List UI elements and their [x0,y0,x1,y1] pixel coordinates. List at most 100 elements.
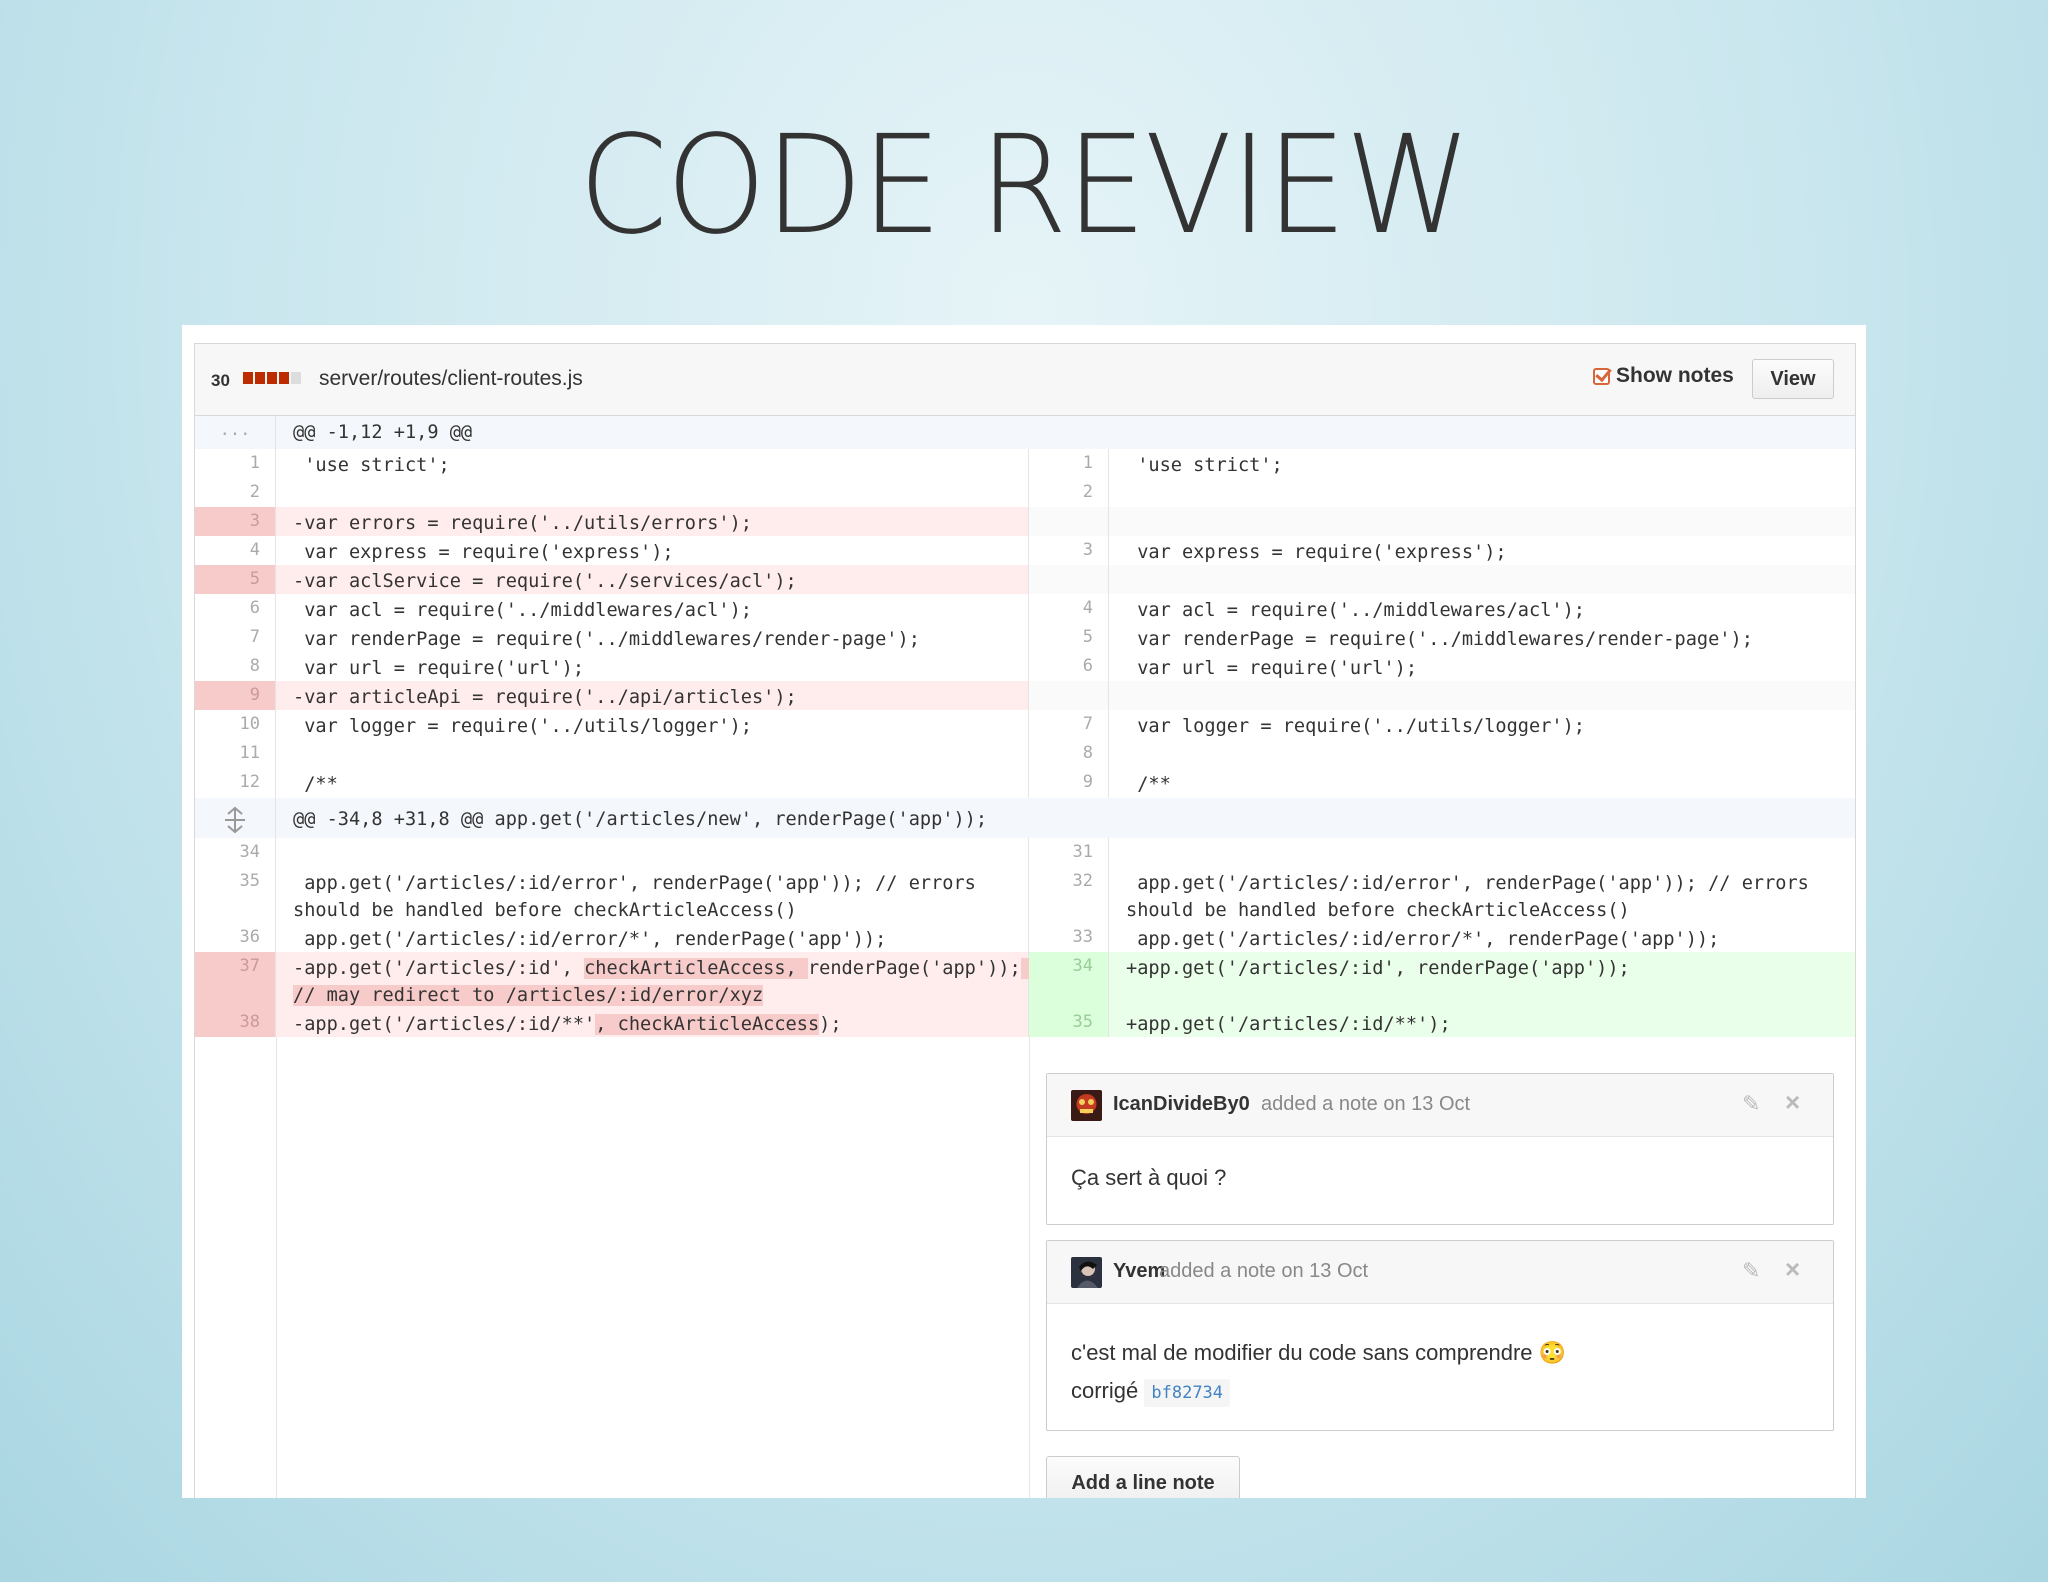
left-code: -app.get('/articles/:id/**', checkArticl… [276,1008,1029,1037]
diff-row: 1 'use strict'; 1 'use strict'; [195,449,1855,478]
right-line-number[interactable]: 2 [1029,478,1109,507]
right-line-number[interactable]: 3 [1029,536,1109,565]
right-line-number[interactable]: 1 [1029,449,1109,478]
left-line-number[interactable]: 9 [195,681,276,710]
diff-row-changed: 38 -app.get('/articles/:id/**', checkArt… [195,1008,1855,1037]
right-line-number[interactable]: 34 [1029,952,1109,1008]
left-line-number[interactable]: 5 [195,565,276,594]
note-header: IcanDivideBy0 added a note on 13 Oct ✎ × [1047,1074,1833,1137]
right-code: +app.get('/articles/:id/**'); [1109,1008,1855,1037]
note-meta: added a note on 13 Oct [1159,1260,1369,1282]
note-author[interactable]: Yvem [1113,1260,1165,1283]
left-line-number[interactable]: 4 [195,536,276,565]
right-code: +app.get('/articles/:id', renderPage('ap… [1109,952,1855,1008]
left-line-number[interactable]: 3 [195,507,276,536]
diffstat-bar [243,372,301,384]
left-code: var express = require('express'); [276,536,1029,565]
code-text: -app.get('/articles/:id', [293,958,585,979]
add-line-note-button[interactable]: Add a line note [1046,1456,1240,1498]
left-line-number[interactable]: 38 [195,1008,276,1037]
diff-row-deleted: 3 -var errors = require('../utils/errors… [195,507,1855,536]
right-line-number[interactable]: 7 [1029,710,1109,739]
left-code: -var aclService = require('../services/a… [276,565,1029,594]
left-line-number[interactable]: 7 [195,623,276,652]
left-code [276,838,1029,867]
hunk-expander[interactable]: ... [195,416,276,449]
left-line-number[interactable]: 36 [195,923,276,952]
left-line-number[interactable]: 1 [195,449,276,478]
note-meta: added a note on 13 Oct [1261,1093,1471,1115]
expand-icon[interactable] [195,798,276,838]
note-text-line: c'est mal de modifier du code sans compr… [1071,1334,1809,1372]
hunk-header-text: @@ -1,12 +1,9 @@ [276,416,1855,449]
left-code: var renderPage = require('../middlewares… [276,623,1029,652]
highlighted-removal: checkArticleAccess, [584,958,808,979]
right-code: var url = require('url'); [1126,658,1418,679]
show-notes-toggle[interactable]: Show notes [1593,364,1734,388]
right-line-number[interactable]: 32 [1029,867,1109,923]
avatar[interactable] [1071,1257,1102,1288]
flushed-face-emoji: 😳 [1538,1340,1567,1365]
left-code [276,478,1029,507]
left-code: -var articleApi = require('../api/articl… [276,681,1029,710]
right-line-number[interactable]: 6 [1029,652,1109,681]
diff-row: 36 app.get('/articles/:id/error/*', rend… [195,923,1855,952]
right-line-number[interactable]: 9 [1029,768,1109,798]
right-line-number[interactable]: 5 [1029,623,1109,652]
view-file-button[interactable]: View [1752,359,1834,399]
review-note: IcanDivideBy0 added a note on 13 Oct ✎ ×… [1046,1073,1834,1225]
right-code [1109,507,1855,536]
file-path[interactable]: server/routes/client-routes.js [319,367,583,391]
left-line-number[interactable]: 10 [195,710,276,739]
right-code [1109,838,1855,867]
right-line-number [1029,681,1109,710]
right-line-number[interactable]: 31 [1029,838,1109,867]
commit-sha-link[interactable]: bf82734 [1144,1379,1231,1407]
right-line-number[interactable]: 33 [1029,923,1109,952]
right-line-number[interactable]: 4 [1029,594,1109,623]
close-icon[interactable]: × [1785,1254,1800,1285]
left-code [276,739,1029,768]
diff-row: 8 var url = require('url'); 6 var url = … [195,652,1855,681]
right-code [1109,739,1855,768]
left-line-number[interactable]: 11 [195,739,276,768]
left-code: app.get('/articles/:id/error', renderPag… [276,867,1029,923]
avatar[interactable] [1071,1090,1102,1121]
right-code [1109,565,1855,594]
diff-row: 7 var renderPage = require('../middlewar… [195,623,1855,652]
edit-pencil-icon[interactable]: ✎ [1742,1258,1760,1284]
right-code: var express = require('express'); [1126,542,1507,563]
highlighted-removal: , checkArticleAccess [595,1014,820,1035]
left-line-number[interactable]: 37 [195,952,276,1008]
close-icon[interactable]: × [1785,1087,1800,1118]
show-notes-label: Show notes [1616,364,1734,387]
left-code: app.get('/articles/:id/error/*', renderP… [276,923,1029,952]
right-line-number [1029,507,1109,536]
hunk-header-row: @@ -34,8 +31,8 @@ app.get('/articles/new… [195,798,1855,838]
note-body: Ça sert à quoi ? [1071,1165,1227,1190]
left-code: var url = require('url'); [276,652,1029,681]
left-code: -app.get('/articles/:id', checkArticleAc… [276,952,1032,1008]
left-line-number[interactable]: 2 [195,478,276,507]
checkbox-checked-icon[interactable] [1593,367,1610,385]
left-code: 'use strict'; [276,449,1029,478]
right-line-number[interactable]: 8 [1029,739,1109,768]
left-line-number[interactable]: 8 [195,652,276,681]
diffstat-count: 30 [211,371,230,390]
left-line-number[interactable]: 35 [195,867,276,923]
right-line-number[interactable]: 35 [1029,1008,1109,1037]
left-line-number[interactable]: 6 [195,594,276,623]
diff-row: 35 app.get('/articles/:id/error', render… [195,867,1855,923]
left-code: -var errors = require('../utils/errors')… [276,507,1029,536]
fix-label: corrigé [1071,1378,1139,1403]
edit-pencil-icon[interactable]: ✎ [1742,1091,1760,1117]
left-empty-code [276,1037,1030,1498]
left-line-number[interactable]: 34 [195,838,276,867]
left-line-number[interactable]: 12 [195,768,276,798]
diff-row: 4 var express = require('express'); 3 va… [195,536,1855,565]
note-text: c'est mal de modifier du code sans compr… [1071,1340,1533,1365]
code-text: ); [819,1014,842,1035]
left-code: var acl = require('../middlewares/acl'); [276,594,1029,623]
note-author[interactable]: IcanDivideBy0 [1113,1093,1250,1116]
file-header: 30 server/routes/client-routes.js Show n… [195,344,1855,416]
